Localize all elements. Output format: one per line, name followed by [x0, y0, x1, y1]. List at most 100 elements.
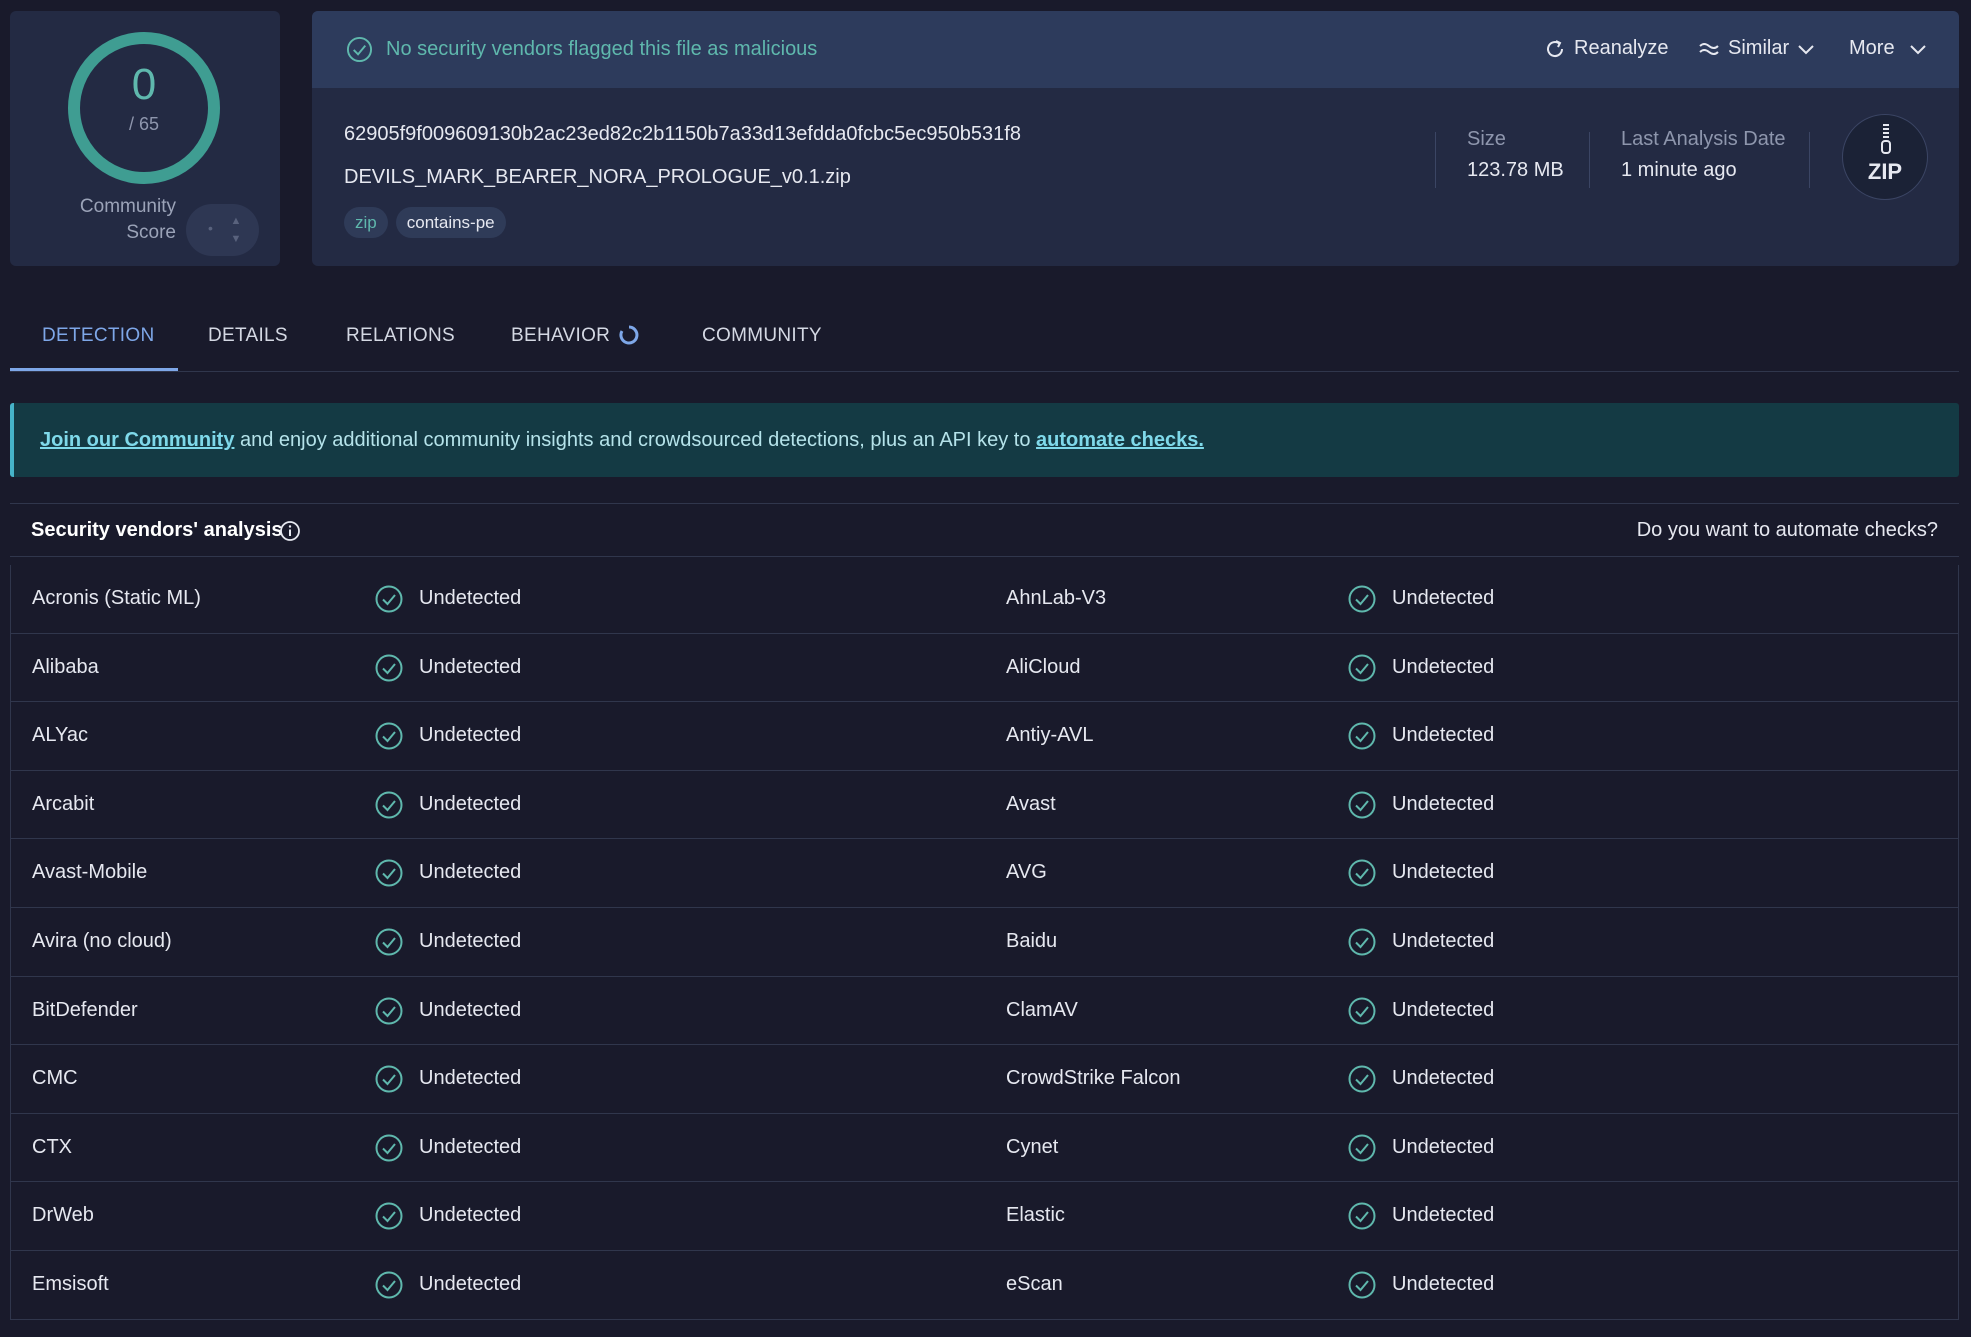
vote-arrows[interactable]: ▲ ▼ — [228, 212, 244, 248]
table-row: Avira (no cloud) Undetected Baidu Undetecte… — [11, 908, 1958, 977]
table-row: Acronis (Static ML) Undetected AhnLab-V3 Un… — [11, 565, 1958, 634]
detection-result: Undetected — [419, 655, 522, 678]
check-circle-icon — [375, 1065, 403, 1093]
file-info-card: No security vendors flagged this file as… — [312, 11, 1959, 266]
more-button[interactable]: More — [1849, 37, 1927, 60]
vendor-total: / 65 — [128, 114, 160, 134]
automate-checks-link[interactable]: automate checks. — [1036, 429, 1204, 451]
zipper-icon — [1881, 124, 1891, 154]
vendor-name: CrowdStrike Falcon — [1006, 1067, 1181, 1090]
automate-prompt[interactable]: Do you want to automate checks? — [1637, 519, 1938, 542]
check-circle-icon — [375, 859, 403, 887]
similar-button[interactable]: Similar — [1698, 37, 1815, 60]
vendor-name: CMC — [32, 1067, 78, 1090]
refresh-icon — [1547, 39, 1564, 57]
vendor-name: AliCloud — [1006, 655, 1081, 678]
detection-result: Undetected — [1392, 587, 1495, 609]
community-score-label: Community Score — [50, 194, 176, 246]
vendor-name: Elastic — [1006, 1204, 1065, 1227]
check-circle-icon — [375, 1271, 403, 1299]
tab-detection[interactable]: DETECTION — [42, 325, 154, 347]
community-vote-control[interactable]: • ▲ ▼ — [186, 204, 259, 256]
detection-result: Undetected — [1392, 929, 1495, 952]
check-circle-icon — [1348, 585, 1376, 613]
check-circle-icon — [1348, 1134, 1376, 1162]
vendor-name: Avira (no cloud) — [32, 929, 172, 952]
more-label: More — [1849, 37, 1895, 59]
divider — [1435, 132, 1436, 188]
check-circle-icon — [375, 654, 403, 682]
divider — [1809, 132, 1810, 188]
tab-relations[interactable]: RELATIONS — [346, 325, 455, 347]
upvote-icon[interactable]: ▲ — [228, 212, 244, 230]
detection-result: Undetected — [1392, 1204, 1495, 1227]
check-circle-icon — [346, 36, 373, 63]
tab-behavior[interactable]: BEHAVIOR — [511, 325, 610, 347]
detection-result: Undetected — [419, 792, 522, 815]
detection-result: Undetected — [419, 929, 522, 952]
table-row: Alibaba Undetected AliCloud Undetected — [11, 634, 1958, 703]
reanalyze-button[interactable]: Reanalyze — [1544, 37, 1669, 60]
vendor-name: AhnLab-V3 — [1006, 587, 1107, 609]
vendor-name: Cynet — [1006, 1135, 1059, 1158]
virustotal-report: 0 / 65 Community Score • ▲ ▼ No security… — [0, 0, 1971, 1337]
detection-result: Undetected — [419, 1204, 522, 1227]
vendor-name: Alibaba — [32, 655, 99, 678]
detection-result: Undetected — [1392, 861, 1495, 884]
size-value: 123.78 MB — [1467, 159, 1564, 181]
active-tab-indicator — [10, 368, 178, 371]
file-type-badge: ZIP — [1842, 114, 1928, 200]
check-circle-icon — [375, 722, 403, 750]
similar-label: Similar — [1728, 37, 1790, 59]
check-circle-icon — [1348, 791, 1376, 819]
detection-result: Undetected — [419, 1067, 522, 1090]
detection-result: Undetected — [419, 998, 522, 1021]
status-bar: No security vendors flagged this file as… — [312, 11, 1959, 88]
vendor-name: AVG — [1006, 861, 1047, 884]
vendor-name: Avast — [1006, 792, 1056, 815]
detection-count: 0 — [131, 60, 157, 109]
table-row: DrWeb Undetected Elastic Undetected — [11, 1182, 1958, 1251]
tag-contains-pe[interactable]: contains-pe — [395, 207, 506, 238]
table-row: CTX Undetected Cynet Undetected — [11, 1114, 1958, 1183]
community-label-line1: Community — [79, 196, 176, 217]
vendor-name: DrWeb — [32, 1204, 94, 1227]
vendors-header: Security vendors' analysis Do you want t… — [10, 504, 1959, 557]
file-name: DEVILS_MARK_BEARER_NORA_PROLOGUE_v0.1.zi… — [344, 166, 851, 188]
tab-community[interactable]: COMMUNITY — [702, 325, 822, 347]
detection-result: Undetected — [1392, 655, 1495, 678]
last-analysis-label: Last Analysis Date — [1621, 128, 1786, 150]
vendor-name: Emsisoft — [32, 1272, 109, 1295]
reanalyze-label: Reanalyze — [1574, 37, 1669, 59]
vote-dot: • — [208, 220, 213, 236]
table-row: CMC Undetected CrowdStrike Falcon Undetecte… — [11, 1045, 1958, 1114]
vendor-results-table: Acronis (Static ML) Undetected AhnLab-V3 Un… — [10, 565, 1959, 1320]
check-circle-icon — [1348, 1202, 1376, 1230]
banner-message: and enjoy additional community insights … — [234, 429, 1037, 451]
join-community-link[interactable]: Join our Community — [40, 429, 234, 451]
detection-result: Undetected — [1392, 998, 1495, 1021]
detection-result: Undetected — [1392, 792, 1495, 815]
tab-details[interactable]: DETAILS — [208, 325, 288, 347]
check-circle-icon — [1348, 928, 1376, 956]
tag-zip[interactable]: zip — [344, 207, 388, 238]
table-row: Arcabit Undetected Avast Undetected — [11, 771, 1958, 840]
vendor-name: ALYac — [32, 724, 88, 747]
last-analysis-value: 1 minute ago — [1621, 159, 1737, 181]
check-circle-icon — [1348, 1271, 1376, 1299]
status-message: No security vendors flagged this file as… — [386, 38, 818, 60]
vendor-name: Acronis (Static ML) — [32, 587, 201, 609]
downvote-icon[interactable]: ▼ — [228, 230, 244, 248]
score-text-wrap: 0 / 65 — [68, 32, 220, 184]
table-row: Avast-Mobile Undetected AVG Undetected — [11, 839, 1958, 908]
file-tags: zip contains-pe — [344, 207, 506, 238]
file-hash[interactable]: 62905f9f009609130b2ac23ed82c2b1150b7a33d… — [344, 123, 1021, 146]
report-tabs: DETECTION DETAILS RELATIONS BEHAVIOR COM… — [10, 300, 1959, 372]
check-circle-icon — [1348, 859, 1376, 887]
divider — [1589, 132, 1590, 188]
info-icon[interactable] — [279, 520, 301, 542]
file-type-label: ZIP — [1867, 159, 1903, 184]
vendor-name: Baidu — [1006, 929, 1058, 952]
vendor-name: BitDefender — [32, 998, 138, 1021]
detection-result: Undetected — [419, 587, 522, 609]
